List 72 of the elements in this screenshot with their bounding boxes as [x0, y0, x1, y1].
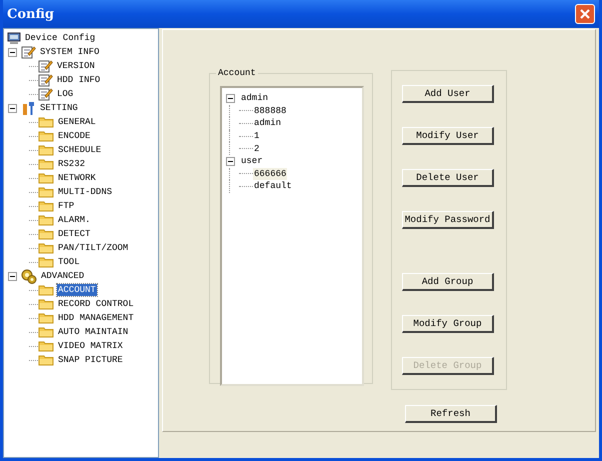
- notepad-icon: [21, 45, 36, 59]
- gears-icon: [21, 268, 37, 284]
- tree-item[interactable]: AUTO MAINTAIN: [57, 326, 130, 338]
- folder-icon: [38, 242, 54, 254]
- group-item[interactable]: user: [240, 155, 264, 168]
- account-entry[interactable]: 666666: [253, 168, 288, 180]
- user-button[interactable]: Add User: [402, 85, 494, 103]
- tree-item[interactable]: SETTING: [39, 102, 79, 114]
- group-title: Account: [217, 68, 257, 78]
- tree-item[interactable]: LOG: [56, 88, 74, 100]
- tree-item[interactable]: RECORD CONTROL: [57, 298, 135, 310]
- collapse-icon[interactable]: [8, 48, 17, 56]
- close-button[interactable]: [575, 4, 595, 24]
- tree-item[interactable]: TOOL: [57, 256, 81, 268]
- tree-item[interactable]: SNAP PICTURE: [57, 354, 124, 366]
- folder-icon: [38, 312, 54, 324]
- group-button[interactable]: Modify Group: [402, 315, 494, 333]
- tree-item[interactable]: ACCOUNT: [57, 284, 97, 296]
- user-button[interactable]: Modify User: [402, 127, 494, 145]
- tools-icon: [21, 100, 36, 116]
- user-button[interactable]: Delete User: [402, 169, 494, 187]
- account-entry[interactable]: 888888: [253, 104, 288, 117]
- tree-item[interactable]: SYSTEM INFO: [39, 46, 100, 58]
- tree-item[interactable]: ADVANCED: [40, 270, 86, 282]
- computer-icon: [7, 32, 21, 44]
- notepad-icon: [38, 87, 53, 101]
- folder-icon: [38, 130, 54, 142]
- folder-icon: [38, 200, 54, 212]
- tree-item[interactable]: MULTI-DDNS: [57, 186, 114, 198]
- account-entry[interactable]: 2: [253, 142, 260, 155]
- collapse-icon[interactable]: [226, 94, 235, 103]
- folder-icon: [38, 214, 54, 226]
- folder-icon: [38, 326, 54, 338]
- close-icon: [579, 8, 591, 20]
- folder-icon: [38, 354, 54, 366]
- folder-icon: [38, 172, 54, 184]
- tree-item[interactable]: SCHEDULE: [57, 144, 102, 156]
- folder-icon: [38, 256, 54, 268]
- tree-item[interactable]: HDD INFO: [56, 74, 102, 86]
- folder-icon: [38, 340, 54, 352]
- collapse-icon[interactable]: [226, 156, 235, 166]
- collapse-icon[interactable]: [8, 272, 17, 280]
- folder-icon: [38, 228, 54, 240]
- group-button[interactable]: Add Group: [402, 273, 494, 291]
- refresh-button[interactable]: Refresh: [405, 405, 497, 423]
- window-title: Config: [7, 6, 54, 22]
- tree-item[interactable]: PAN/TILT/ZOOM: [57, 242, 130, 254]
- tree-item[interactable]: HDD MANAGEMENT: [57, 312, 135, 324]
- notepad-icon: [38, 73, 53, 87]
- tree-item[interactable]: DETECT: [57, 228, 92, 240]
- tree-item[interactable]: FTP: [57, 200, 76, 212]
- account-entry[interactable]: default: [253, 180, 293, 192]
- tree-item[interactable]: ENCODE: [57, 130, 92, 142]
- folder-icon: [38, 284, 54, 296]
- tree-item[interactable]: ALARM.: [57, 214, 92, 226]
- folder-icon: [38, 298, 54, 310]
- user-button[interactable]: Modify Password: [402, 211, 494, 229]
- tree-item[interactable]: NETWORK: [57, 172, 97, 184]
- notepad-icon: [38, 59, 53, 73]
- folder-icon: [38, 144, 54, 156]
- group-item[interactable]: admin: [240, 92, 270, 104]
- account-entry[interactable]: admin: [253, 117, 282, 130]
- folder-icon: [38, 116, 54, 128]
- account-entry[interactable]: 1: [253, 130, 260, 142]
- tree-item[interactable]: VIDEO MATRIX: [57, 340, 124, 352]
- tree-item[interactable]: GENERAL: [57, 116, 97, 128]
- folder-icon: [38, 186, 54, 198]
- tree-item[interactable]: RS232: [57, 158, 86, 170]
- tree-item[interactable]: VERSION: [56, 60, 96, 72]
- collapse-icon[interactable]: [8, 104, 17, 112]
- tree-item[interactable]: Device Config: [24, 32, 96, 44]
- folder-icon: [38, 158, 54, 170]
